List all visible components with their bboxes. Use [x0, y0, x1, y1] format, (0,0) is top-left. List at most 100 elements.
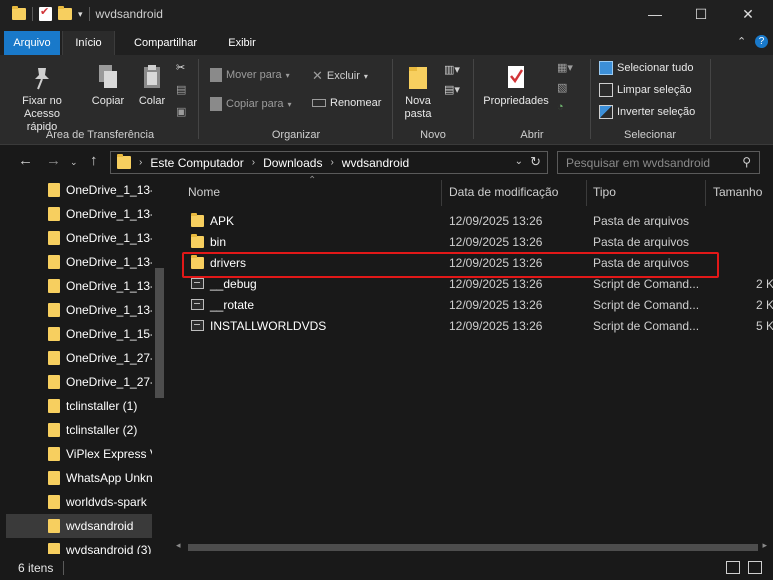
- breadcrumb-separator[interactable]: ›: [330, 157, 333, 168]
- paste-shortcut-icon[interactable]: ▣: [176, 105, 186, 118]
- sidebar-item[interactable]: OneDrive_1_13-0: [6, 178, 152, 202]
- sidebar-item[interactable]: OneDrive_1_15-0: [6, 322, 152, 346]
- new-folder-button[interactable]: Nova pasta: [398, 63, 438, 121]
- sidebar-item[interactable]: wvdsandroid: [6, 514, 152, 538]
- sidebar-item[interactable]: OneDrive_1_13-0: [6, 202, 152, 226]
- chevron-down-icon: ▾: [287, 99, 292, 109]
- search-input[interactable]: Pesquisar em wvdsandroid ⚲: [557, 151, 760, 174]
- details-view-icon[interactable]: [726, 561, 740, 574]
- script-icon: [191, 278, 204, 289]
- rename-button[interactable]: Renomear: [312, 97, 381, 109]
- quick-access-toolbar: ▾: [0, 0, 90, 28]
- sidebar-item[interactable]: OneDrive_1_13-0: [6, 250, 152, 274]
- breadcrumb-este-computador[interactable]: Este Computador: [150, 156, 243, 170]
- invert-selection-button[interactable]: Inverter seleção: [599, 105, 695, 119]
- back-arrow-icon[interactable]: ←: [18, 152, 33, 169]
- file-row[interactable]: INSTALLWORLDVDS 12/09/2025 13:26 Script de…: [181, 315, 773, 336]
- column-divider[interactable]: [441, 180, 442, 206]
- customize-dropdown-icon[interactable]: ▾: [78, 9, 83, 20]
- properties-icon[interactable]: [39, 5, 52, 21]
- sidebar-item[interactable]: OneDrive_1_13-0: [6, 274, 152, 298]
- paste-button[interactable]: Colar: [133, 63, 171, 108]
- folder-icon: [117, 154, 131, 169]
- address-dropdown-chevron-icon[interactable]: ⌄: [515, 156, 523, 167]
- scroll-right-icon[interactable]: ▸: [762, 540, 767, 551]
- refresh-icon[interactable]: ↻: [530, 154, 541, 170]
- file-row[interactable]: __rotate 12/09/2025 13:26 Script de Comand…: [181, 294, 773, 315]
- folder-icon: [48, 375, 60, 389]
- sidebar-item[interactable]: OneDrive_1_13-0: [6, 226, 152, 250]
- sidebar-item[interactable]: tclinstaller (2): [6, 418, 152, 442]
- select-none-button[interactable]: Limpar seleção: [599, 83, 692, 97]
- column-header-nome[interactable]: Nome: [188, 178, 220, 206]
- sidebar-item-label: ViPlex Express V: [66, 447, 152, 461]
- history-icon[interactable]: ◔: [557, 101, 564, 113]
- large-icons-view-icon[interactable]: [748, 561, 762, 574]
- tab-inicio[interactable]: Início: [62, 31, 115, 55]
- search-icon[interactable]: ⚲: [742, 155, 751, 169]
- address-bar[interactable]: › Este Computador › Downloads › wvdsandr…: [110, 151, 548, 174]
- copy-to-button[interactable]: Copiar para ▾: [210, 97, 292, 111]
- easy-access-icon[interactable]: ▤▾: [444, 83, 460, 96]
- folder-icon[interactable]: [12, 6, 26, 20]
- file-size: 2 K: [756, 297, 773, 312]
- forward-arrow-icon[interactable]: →: [46, 152, 61, 169]
- help-icon[interactable]: ?: [755, 35, 768, 48]
- folder-icon: [191, 233, 204, 248]
- sidebar-item[interactable]: OneDrive_1_27-0: [6, 370, 152, 394]
- folder-icon: [48, 519, 60, 533]
- pin-quick-access-button[interactable]: Fixar no Acesso rápido: [10, 65, 74, 134]
- sidebar-item[interactable]: worldvds-spark: [6, 490, 152, 514]
- sidebar-scrollbar-thumb[interactable]: [155, 268, 164, 398]
- properties-button[interactable]: Propriedades: [478, 63, 554, 108]
- folder-icon: [48, 471, 60, 485]
- tab-arquivo[interactable]: Arquivo: [4, 31, 60, 55]
- group-label-clipboard: Área de Transferência: [45, 129, 155, 141]
- column-divider[interactable]: [705, 180, 706, 206]
- select-all-button[interactable]: Selecionar tudo: [599, 61, 693, 75]
- invert-selection-icon: [599, 105, 613, 119]
- new-folder-icon[interactable]: [58, 6, 72, 20]
- horizontal-scrollbar-thumb[interactable]: [188, 544, 758, 551]
- folder-icon: [48, 279, 60, 293]
- folder-icon: [48, 327, 60, 341]
- rename-icon: [312, 99, 326, 107]
- sidebar-item[interactable]: OneDrive_1_27-0: [6, 346, 152, 370]
- move-to-button[interactable]: Mover para ▾: [210, 68, 290, 82]
- column-header-tamanho[interactable]: Tamanho: [713, 178, 762, 206]
- maximize-button[interactable]: ☐: [678, 0, 724, 28]
- column-divider[interactable]: [586, 180, 587, 206]
- close-button[interactable]: ✕: [725, 0, 771, 28]
- file-row[interactable]: APK 12/09/2025 13:26 Pasta de arquivos: [181, 210, 761, 231]
- copy-button[interactable]: Copiar: [88, 63, 128, 108]
- recent-locations-chevron-icon[interactable]: ⌄: [70, 157, 78, 168]
- scroll-left-icon[interactable]: ◂: [176, 540, 181, 551]
- tab-exibir[interactable]: Exibir: [213, 31, 271, 55]
- file-name: APK: [210, 213, 235, 228]
- copy-path-icon[interactable]: ▤: [176, 83, 186, 96]
- sidebar-item[interactable]: tclinstaller (1): [6, 394, 152, 418]
- group-divider: [392, 59, 393, 139]
- breadcrumb-wvdsandroid[interactable]: wvdsandroid: [342, 156, 409, 170]
- cut-icon[interactable]: ✂: [176, 61, 185, 74]
- sidebar-item[interactable]: OneDrive_1_13-0: [6, 298, 152, 322]
- edit-icon[interactable]: ▧: [557, 81, 567, 94]
- column-header-data[interactable]: Data de modificação: [449, 178, 558, 206]
- delete-button[interactable]: ✕ Excluir ▾: [312, 68, 368, 84]
- breadcrumb-separator[interactable]: ›: [139, 157, 142, 168]
- new-item-icon[interactable]: ▥▾: [444, 63, 460, 76]
- breadcrumb-separator[interactable]: ›: [252, 157, 255, 168]
- file-date: 12/09/2025 13:26: [449, 213, 543, 228]
- minimize-button[interactable]: —: [632, 0, 678, 28]
- file-name-cell: bin: [191, 231, 226, 252]
- open-icon[interactable]: ▦▾: [557, 61, 573, 74]
- column-header-tipo[interactable]: Tipo: [593, 178, 616, 206]
- sidebar-item[interactable]: WhatsApp Unkn: [6, 466, 152, 490]
- file-row[interactable]: bin 12/09/2025 13:26 Pasta de arquivos: [181, 231, 761, 252]
- breadcrumb-downloads[interactable]: Downloads: [263, 156, 322, 170]
- up-arrow-icon[interactable]: ↑: [90, 152, 98, 169]
- chevron-up-icon[interactable]: ⌃: [737, 35, 746, 48]
- sidebar-item[interactable]: ViPlex Express V: [6, 442, 152, 466]
- sidebar-item[interactable]: wvdsandroid (3): [6, 538, 152, 554]
- tab-compartilhar[interactable]: Compartilhar: [119, 31, 212, 55]
